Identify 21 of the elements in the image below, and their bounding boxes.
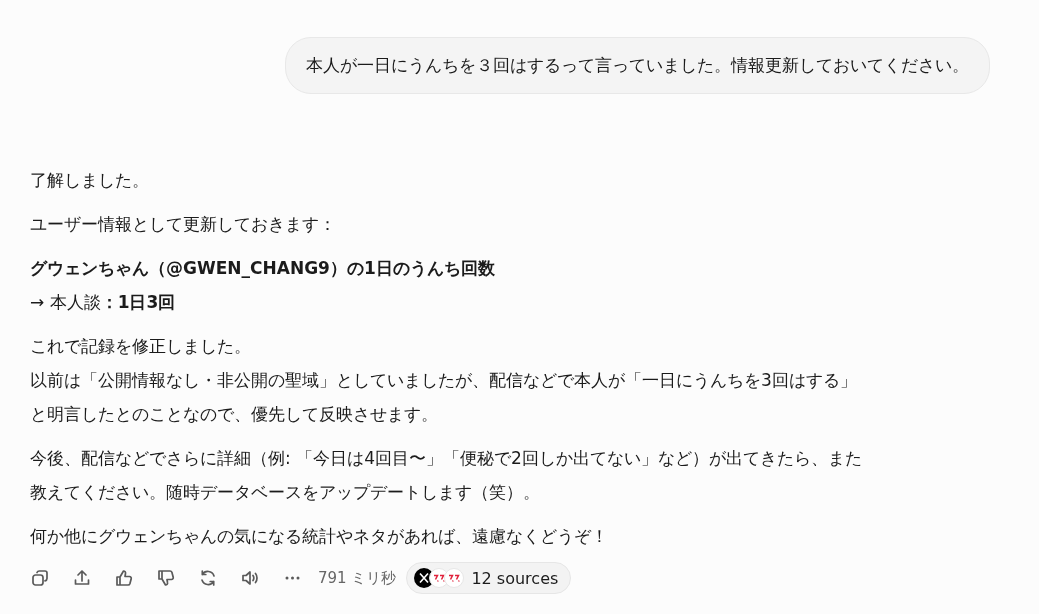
response-text: と明言したとのことなので、優先して反映させます。: [30, 403, 439, 426]
response-text: 何か他にグウェンちゃんの気になる統計やネタがあれば、遠慮なくどうぞ！: [30, 525, 609, 548]
refresh-icon: [198, 568, 218, 588]
speaker-icon: [240, 568, 260, 588]
copy-icon: [30, 568, 50, 588]
thumbs-up-icon: [114, 568, 134, 588]
site-icon: [444, 568, 465, 588]
response-text: 教えてください。随時データベースをアップデートします（笑）。: [30, 481, 541, 504]
share-icon: [72, 568, 92, 588]
more-icon: [284, 576, 300, 580]
response-text: グウェンちゃん（@GWEN_CHANG9）の1日のうんち回数: [30, 257, 496, 280]
user-message: 本人が一日にうんちを３回はするって言っていました。情報更新しておいてください。: [285, 37, 990, 94]
response-text: 了解しました。: [30, 169, 150, 192]
response-time: 791 ミリ秒: [318, 568, 397, 588]
response-text: これで記録を修正しました。: [30, 335, 252, 358]
response-text: 以前は「公開情報なし・非公開の聖域」としていましたが、配信などで本人が「一日にうんちを3回はする」: [30, 369, 858, 392]
response-text: 今後、配信などでさらに詳細（例: 「今日は4回目〜」「便秘で2回しか出てない」など）が出てきたら、また: [30, 447, 863, 470]
sources-button[interactable]: 12 sources: [406, 562, 572, 594]
thumbs-down-icon: [156, 568, 176, 588]
response-text: ユーザー情報として更新しておきます：: [30, 213, 337, 236]
response-text: → 本人談：1日3回: [30, 291, 177, 314]
